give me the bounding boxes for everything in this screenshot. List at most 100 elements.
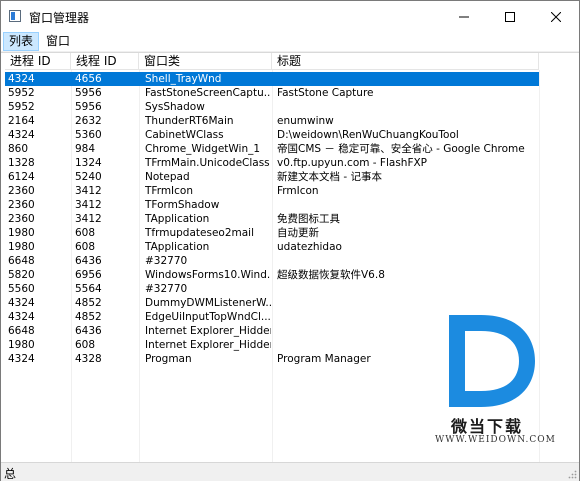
- cell-window-class: Chrome_WidgetWin_1: [145, 143, 261, 155]
- cell-process-id: 4324: [8, 353, 35, 365]
- minimize-icon: [459, 16, 469, 17]
- cell-thread-id: 5360: [75, 129, 102, 141]
- title-bar[interactable]: 窗口管理器: [1, 1, 579, 32]
- cell-title: FrmIcon: [277, 185, 319, 197]
- cell-thread-id: 608: [75, 227, 96, 239]
- cell-title: [277, 282, 537, 296]
- table-row[interactable]: 2360 3412 TFormShadow: [1, 198, 579, 212]
- close-button[interactable]: [533, 1, 579, 32]
- cell-window-class: Internet Explorer_Hidden: [145, 325, 271, 337]
- table-row[interactable]: 6648 6436 #32770: [1, 254, 579, 268]
- cell-title: v0.ftp.upyun.com - FlashFXP: [277, 157, 428, 169]
- cell-process-id: 5952: [8, 87, 35, 99]
- cell-title: FastStone Capture: [277, 87, 374, 99]
- table-row[interactable]: 1980 608 Tfrmupdateseo2mail 自动更新: [1, 226, 579, 240]
- cell-thread-id: 3412: [75, 185, 102, 197]
- cell-title: 自动更新: [277, 227, 319, 239]
- cell-thread-id: 4852: [75, 297, 102, 309]
- cell-thread-id: 5240: [75, 171, 102, 183]
- cell-title: [277, 198, 537, 212]
- table-row[interactable]: 2360 3412 TFrmIcon FrmIcon: [1, 184, 579, 198]
- cell-window-class: DummyDWMListenerW...: [145, 297, 271, 309]
- column-header-process-id[interactable]: 进程 ID: [5, 53, 71, 70]
- table-row[interactable]: 1980 608 TApplication udatezhidao: [1, 240, 579, 254]
- status-bar: 总: [1, 462, 579, 481]
- resize-grip-icon[interactable]: [567, 469, 577, 479]
- cell-process-id: 1328: [8, 157, 35, 169]
- list-header: 进程 ID 线程 ID 窗口类 标题: [1, 53, 579, 70]
- table-row[interactable]: 4324 5360 CabinetWClass D:\weidown\RenWuChu…: [1, 128, 579, 142]
- cell-window-class: #32770: [145, 283, 188, 295]
- column-header-window-class[interactable]: 窗口类: [139, 53, 272, 70]
- cell-process-id: 2360: [8, 199, 35, 211]
- cell-thread-id: 1324: [75, 157, 102, 169]
- maximize-button[interactable]: [487, 1, 533, 32]
- cell-thread-id: 3412: [75, 213, 102, 225]
- cell-window-class: TFormShadow: [145, 199, 220, 211]
- cell-title: 免费图标工具: [277, 213, 340, 225]
- minimize-button[interactable]: [441, 1, 487, 32]
- cell-window-class: #32770: [145, 255, 188, 267]
- cell-process-id: 2360: [8, 213, 35, 225]
- cell-process-id: 1980: [8, 339, 35, 351]
- cell-thread-id: 2632: [75, 115, 102, 127]
- cell-thread-id: 6436: [75, 255, 102, 267]
- column-header-thread-id[interactable]: 线程 ID: [71, 53, 139, 70]
- menu-list[interactable]: 列表: [3, 32, 40, 51]
- cell-title: 超级数据恢复软件V6.8: [277, 269, 385, 281]
- cell-window-class: EdgeUiInputTopWndCl...: [145, 311, 271, 323]
- cell-window-class: Tfrmupdateseo2mail: [145, 227, 254, 239]
- cell-thread-id: 4328: [75, 353, 102, 365]
- cell-process-id: 1980: [8, 241, 35, 253]
- status-text: 总: [4, 467, 17, 481]
- cell-process-id: 6648: [8, 255, 35, 267]
- cell-title: udatezhidao: [277, 241, 342, 253]
- watermark-url: WWW.WEIDOWN.COM: [435, 435, 556, 445]
- window-title: 窗口管理器: [29, 11, 90, 25]
- table-row[interactable]: 5952 5956 FastStoneScreenCaptu... FastStone…: [1, 86, 579, 100]
- table-row[interactable]: 860 984 Chrome_WidgetWin_1 帝国CMS － 稳定可靠、安全省…: [1, 142, 579, 156]
- table-row[interactable]: 2164 2632 ThunderRT6Main enumwinw: [1, 114, 579, 128]
- cell-window-class: Notepad: [145, 171, 190, 183]
- cell-title: [277, 254, 537, 268]
- cell-thread-id: 608: [75, 241, 96, 253]
- cell-window-class: Shell_TrayWnd: [145, 73, 222, 85]
- cell-thread-id: 3412: [75, 199, 102, 211]
- table-row[interactable]: 6124 5240 Notepad 新建文本文档 - 记事本: [1, 170, 579, 184]
- table-row[interactable]: 5560 5564 #32770: [1, 282, 579, 296]
- column-header-title[interactable]: 标题: [272, 53, 539, 70]
- cell-window-class: TApplication: [145, 213, 210, 225]
- cell-window-class: SysShadow: [145, 101, 205, 113]
- cell-process-id: 4324: [8, 311, 35, 323]
- cell-thread-id: 4656: [75, 73, 102, 85]
- cell-process-id: 2360: [8, 185, 35, 197]
- cell-thread-id: 984: [75, 143, 96, 155]
- cell-window-class: TFrmMain.UnicodeClass: [145, 157, 270, 169]
- cell-title: 帝国CMS － 稳定可靠、安全省心 - Google Chrome: [277, 143, 525, 155]
- table-row[interactable]: 1328 1324 TFrmMain.UnicodeClass v0.ftp.upyu…: [1, 156, 579, 170]
- cell-window-class: CabinetWClass: [145, 129, 224, 141]
- cell-process-id: 5560: [8, 283, 35, 295]
- cell-process-id: 4324: [8, 73, 35, 85]
- cell-thread-id: 5956: [75, 101, 102, 113]
- table-row[interactable]: 5952 5956 SysShadow: [1, 100, 579, 114]
- table-row[interactable]: 2360 3412 TApplication 免费图标工具: [1, 212, 579, 226]
- cell-thread-id: 5564: [75, 283, 102, 295]
- cell-process-id: 1980: [8, 227, 35, 239]
- table-row[interactable]: 4324 4656 Shell_TrayWnd: [1, 72, 579, 86]
- cell-window-class: Internet Explorer_Hidden: [145, 339, 271, 351]
- cell-window-class: TFrmIcon: [145, 185, 193, 197]
- cell-thread-id: 4852: [75, 311, 102, 323]
- cell-process-id: 6648: [8, 325, 35, 337]
- maximize-icon: [505, 11, 515, 22]
- cell-process-id: 5952: [8, 101, 35, 113]
- cell-process-id: 5820: [8, 269, 35, 281]
- cell-window-class: FastStoneScreenCaptu...: [145, 87, 271, 99]
- table-row[interactable]: 5820 6956 WindowsForms10.Wind... 超级数据恢复软件V6…: [1, 268, 579, 282]
- cell-process-id: 4324: [8, 129, 35, 141]
- app-window: 窗口管理器 列表 窗口 进程 ID 线程 ID 窗口类 标题 4324 4656 S…: [0, 0, 580, 481]
- menu-window[interactable]: 窗口: [41, 32, 75, 51]
- cell-title: [277, 100, 537, 114]
- cell-window-class: Progman: [145, 353, 192, 365]
- cell-process-id: 6124: [8, 171, 35, 183]
